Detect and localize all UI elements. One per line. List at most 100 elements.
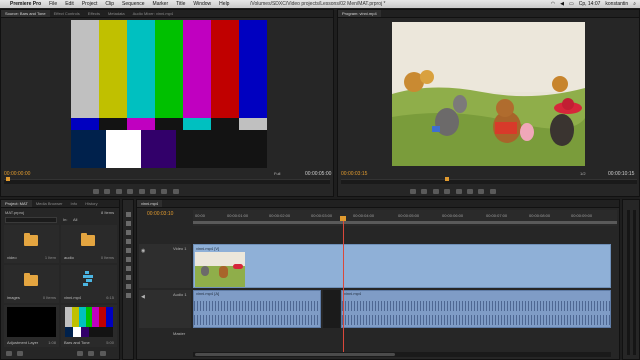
- bin-video[interactable]: video 1 Item: [4, 225, 59, 263]
- mark-out-button[interactable]: [104, 189, 111, 194]
- tab-audio-mixer[interactable]: Audio Mixer: vinni.mp4: [129, 11, 177, 16]
- step-forward-button[interactable]: [138, 189, 145, 194]
- pen-tool-icon[interactable]: [126, 275, 131, 280]
- program-play-button[interactable]: [444, 189, 451, 194]
- audio-clip-left-label: vinni.mp4 [A]: [196, 291, 220, 296]
- wifi-icon[interactable]: ◠: [551, 1, 555, 7]
- menu-file[interactable]: File: [49, 1, 57, 7]
- menu-window[interactable]: Window: [193, 1, 211, 7]
- overwrite-button[interactable]: [161, 189, 168, 194]
- video-clip[interactable]: vinni.mp4 [V]: [193, 244, 611, 288]
- menu-marker[interactable]: Marker: [153, 1, 169, 7]
- track-select-tool-icon[interactable]: [126, 221, 131, 226]
- tab-sequence[interactable]: vinni.mp4: [137, 200, 163, 207]
- timeline-scrollbar[interactable]: [193, 352, 611, 357]
- source-fit-select[interactable]: Full: [274, 171, 280, 176]
- new-item-button[interactable]: [88, 351, 95, 356]
- battery-icon[interactable]: ▭: [569, 1, 574, 7]
- time-ruler[interactable]: 00:00 00:00:01:00 00:00:02:00 00:00:03:0…: [193, 210, 617, 226]
- program-fit-select[interactable]: 1/2: [580, 171, 586, 176]
- waveform: [194, 315, 320, 325]
- menu-title[interactable]: Title: [176, 1, 185, 7]
- app-name[interactable]: Premiere Pro: [10, 1, 41, 7]
- lift-button[interactable]: [466, 189, 473, 194]
- insert-button[interactable]: [149, 189, 156, 194]
- program-timecode-left[interactable]: 00:00:03:15: [341, 171, 367, 177]
- list-view-button[interactable]: [6, 351, 12, 356]
- folder-icon: [24, 233, 38, 246]
- project-file-name: MAT.prproj: [5, 210, 25, 215]
- mark-in-button[interactable]: [93, 189, 99, 194]
- source-playhead-icon[interactable]: [6, 177, 10, 181]
- zoom-tool-icon[interactable]: [126, 293, 131, 298]
- playhead-handle-icon[interactable]: [340, 216, 346, 221]
- volume-icon[interactable]: ◀: [560, 1, 564, 7]
- menu-help[interactable]: Help: [219, 1, 229, 7]
- clock[interactable]: Ср, 14:07: [579, 1, 601, 7]
- ruler-tick: 00:00:03:00: [311, 213, 333, 218]
- tab-effects[interactable]: Effects: [84, 11, 104, 16]
- program-video-frame[interactable]: [392, 22, 585, 166]
- audio-clip-right[interactable]: vinni.mp4: [341, 290, 611, 328]
- sequence-vinni[interactable]: vinni.mp4 6:15: [61, 265, 117, 303]
- timeline-tabs: vinni.mp4: [137, 200, 619, 208]
- selection-tool-icon[interactable]: [126, 212, 131, 217]
- menu-project[interactable]: Project: [82, 1, 98, 7]
- video-track-header[interactable]: ◉ Video 1: [139, 244, 191, 288]
- menu-sequence[interactable]: Sequence: [122, 1, 145, 7]
- program-export-frame-button[interactable]: [489, 189, 496, 194]
- program-mark-out-button[interactable]: [421, 189, 428, 194]
- waveform: [342, 301, 610, 311]
- timeline-playhead[interactable]: [340, 216, 346, 352]
- bars-thumbnail: [65, 307, 114, 337]
- play-button[interactable]: [127, 189, 134, 194]
- audio-gap[interactable]: [323, 290, 340, 328]
- slip-tool-icon[interactable]: [126, 266, 131, 271]
- step-back-button[interactable]: [115, 189, 122, 194]
- bars-and-tone-item[interactable]: Bars and Tone 5:00: [61, 305, 117, 347]
- timeline-panel: vinni.mp4 00:00:03:10 00:00 00:00:01:00 …: [136, 199, 620, 360]
- tab-media-browser[interactable]: Media Browser: [32, 201, 67, 206]
- tab-project[interactable]: Project: MAT: [1, 200, 32, 207]
- sequence-icon: [83, 271, 95, 287]
- audio-track-header[interactable]: ◀ Audio 1: [139, 290, 191, 328]
- bin-audio[interactable]: audio 0 Items: [61, 225, 117, 263]
- tab-source[interactable]: Source: Bars and Tone: [1, 10, 50, 17]
- tab-program[interactable]: Program: vinni.mp4: [338, 10, 381, 17]
- speaker-icon[interactable]: ◀: [141, 294, 145, 300]
- project-search-input[interactable]: [5, 217, 57, 223]
- audio-clip-left[interactable]: vinni.mp4 [A]: [193, 290, 321, 328]
- work-area-bar[interactable]: [193, 221, 617, 224]
- program-step-back-button[interactable]: [432, 189, 439, 194]
- audio-track-name: Audio 1: [173, 292, 187, 297]
- razor-tool-icon[interactable]: [126, 257, 131, 262]
- trash-button[interactable]: [99, 351, 106, 356]
- user-name[interactable]: konstantin: [605, 1, 628, 7]
- menu-edit[interactable]: Edit: [65, 1, 74, 7]
- export-frame-button[interactable]: [172, 189, 179, 194]
- adjustment-layer-item[interactable]: Adjustment Layer 1:08: [4, 305, 59, 347]
- search-icon[interactable]: ⌕: [633, 1, 636, 7]
- source-video-frame[interactable]: [71, 20, 267, 168]
- program-step-forward-button[interactable]: [455, 189, 462, 194]
- ripple-edit-tool-icon[interactable]: [126, 230, 131, 235]
- eye-icon[interactable]: ◉: [141, 248, 145, 254]
- tab-history[interactable]: History: [81, 201, 101, 206]
- menu-clip[interactable]: Clip: [105, 1, 114, 7]
- program-mark-in-button[interactable]: [410, 189, 416, 194]
- tab-info[interactable]: Info: [67, 201, 82, 206]
- tab-effect-controls[interactable]: Effect Controls: [50, 11, 84, 16]
- icon-view-button[interactable]: [17, 351, 24, 356]
- tab-metadata[interactable]: Metadata: [104, 11, 129, 16]
- source-scrubber[interactable]: [4, 177, 330, 184]
- in-select[interactable]: All: [73, 217, 77, 222]
- timeline-timecode[interactable]: 00:00:03:10: [147, 211, 173, 217]
- rate-stretch-tool-icon[interactable]: [126, 248, 131, 253]
- hand-tool-icon[interactable]: [126, 284, 131, 289]
- rolling-edit-tool-icon[interactable]: [126, 239, 131, 244]
- bin-images[interactable]: images 0 Items: [4, 265, 59, 303]
- program-scrubber[interactable]: [341, 177, 637, 184]
- program-playhead-icon[interactable]: [445, 177, 449, 181]
- extract-button[interactable]: [478, 189, 485, 194]
- new-bin-button[interactable]: [76, 351, 83, 356]
